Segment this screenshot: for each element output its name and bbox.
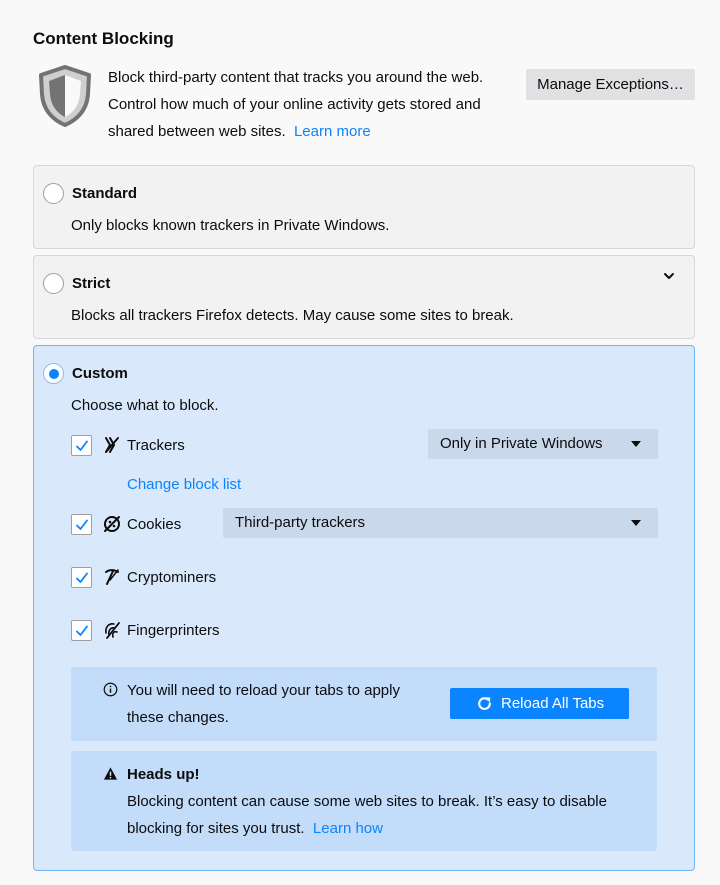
reload-icon xyxy=(478,697,491,710)
standard-option[interactable]: Standard Only blocks known trackers in P… xyxy=(33,165,695,249)
cookies-checkbox[interactable] xyxy=(71,514,92,535)
fingerprinters-label: Fingerprinters xyxy=(127,622,220,639)
trackers-checkbox[interactable] xyxy=(71,435,92,456)
cookies-label: Cookies xyxy=(127,516,182,533)
learn-more-link[interactable]: Learn more xyxy=(294,123,371,140)
custom-radio[interactable] xyxy=(43,363,64,384)
reload-notice-text: You will need to reload your tabs to app… xyxy=(127,677,400,731)
cryptominers-checkbox[interactable] xyxy=(71,567,92,588)
intro-text: Block third-party content that tracks yo… xyxy=(108,64,518,145)
caret-down-icon xyxy=(631,441,641,447)
intro-line: Block third-party content that tracks yo… xyxy=(108,69,484,86)
learn-how-link[interactable]: Learn how xyxy=(313,820,383,837)
standard-description: Only blocks known trackers in Private Wi… xyxy=(71,217,390,234)
cryptominers-icon xyxy=(105,569,119,585)
custom-option[interactable]: Custom Choose what to block. Trackers On… xyxy=(33,345,695,871)
fingerprinters-icon xyxy=(105,622,120,639)
heads-up-warning: Heads up! Blocking content can cause som… xyxy=(71,751,657,851)
fingerprinters-checkbox[interactable] xyxy=(71,620,92,641)
trackers-dropdown[interactable]: Only in Private Windows xyxy=(428,429,658,459)
standard-radio[interactable] xyxy=(43,183,64,204)
strict-option[interactable]: Strict Blocks all trackers Firefox detec… xyxy=(33,255,695,339)
intro-line-text: shared between web sites. xyxy=(108,123,286,140)
shield-icon xyxy=(39,65,91,127)
trackers-label: Trackers xyxy=(127,437,185,454)
chevron-down-icon[interactable] xyxy=(663,270,675,282)
change-block-list-link[interactable]: Change block list xyxy=(127,476,241,493)
standard-title: Standard xyxy=(72,185,138,202)
heads-up-title: Heads up! xyxy=(127,766,200,783)
reload-notice-line: these changes. xyxy=(127,709,229,726)
custom-title: Custom xyxy=(72,365,128,382)
cookies-dropdown-value: Third-party trackers xyxy=(235,514,366,531)
strict-title: Strict xyxy=(72,275,111,292)
reload-all-tabs-button[interactable]: Reload All Tabs xyxy=(450,688,629,719)
reload-all-tabs-label: Reload All Tabs xyxy=(501,695,605,712)
strict-radio[interactable] xyxy=(43,273,64,294)
section-title: Content Blocking xyxy=(33,29,174,48)
heads-up-line: Blocking content can cause some web site… xyxy=(127,793,607,810)
reload-notice: You will need to reload your tabs to app… xyxy=(71,667,657,741)
intro-line: shared between web sites. Learn more xyxy=(108,118,518,145)
manage-exceptions-button[interactable]: Manage Exceptions… xyxy=(526,69,695,100)
intro-line: Control how much of your online activity… xyxy=(108,96,481,113)
heads-up-text: Heads up! Blocking content can cause som… xyxy=(127,761,607,842)
info-icon xyxy=(103,682,118,697)
trackers-dropdown-value: Only in Private Windows xyxy=(440,435,603,452)
heads-up-line-text: blocking for sites you trust. xyxy=(127,820,305,837)
strict-description: Blocks all trackers Firefox detects. May… xyxy=(71,307,514,324)
cookies-dropdown[interactable]: Third-party trackers xyxy=(223,508,658,538)
heads-up-line: blocking for sites you trust. Learn how xyxy=(127,815,607,842)
cookies-icon xyxy=(104,516,120,532)
custom-description: Choose what to block. xyxy=(71,397,219,414)
cryptominers-label: Cryptominers xyxy=(127,569,217,586)
trackers-icon xyxy=(105,437,119,453)
caret-down-icon xyxy=(631,520,641,526)
reload-notice-line: You will need to reload your tabs to app… xyxy=(127,682,400,699)
warning-icon xyxy=(103,767,118,780)
